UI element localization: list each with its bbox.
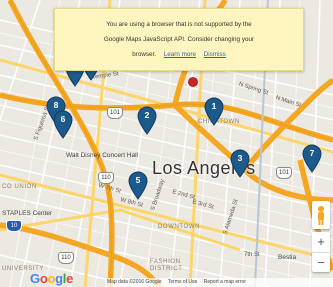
map-marker-label: 3 [237,153,243,163]
map-marker[interactable]: 1 [203,97,225,126]
terms-of-use-link[interactable]: Terms of Use [168,279,197,285]
map-marker-label: 1 [211,101,217,111]
report-map-error-link[interactable]: Report a map error [204,279,246,285]
street-label-7th: 7th St [244,252,260,258]
street-view-pegman[interactable] [312,201,330,229]
poi-label-disney: Walt Disney Concert Hall [66,152,139,159]
logo-letter: o [47,271,56,286]
map-viewport[interactable]: Los Angeles CHINATOWN DOWNTOWN FASHION D… [0,0,333,287]
district-label-co-union: CO UNION [2,184,37,190]
poi-label-bestia: Bestia [278,254,297,261]
notice-line-3: browser. Learn more Dismiss [55,47,303,62]
map-data-credit: Map data ©2016 Google [107,279,162,285]
pegman-icon [318,206,324,225]
district-label-fashion-2: DISTRICT [150,266,183,272]
notice-line-3-text: browser. [132,51,157,58]
notice-line-1: You are using a browser that is not supp… [106,21,252,28]
zoom-in-button[interactable]: + [312,232,330,252]
map-marker[interactable]: 7 [301,144,323,173]
map-marker[interactable]: 5 [127,171,149,200]
map-marker-label: 5 [135,175,141,185]
map-marker-label: 6 [60,114,66,124]
map-attribution: Map data ©2016 Google Terms of Use Repor… [105,278,333,287]
learn-more-link[interactable]: Learn more [164,51,196,58]
interstate-shield-10: 10 [6,220,22,232]
district-label-fashion-1: FASHION [150,259,181,265]
zoom-out-button[interactable]: − [312,252,330,273]
red-dot-marker [188,77,198,87]
map-marker-label: 2 [144,110,150,120]
map-marker[interactable]: 6 [52,110,74,139]
unsupported-browser-notice: You are using a browser that is not supp… [54,8,304,71]
dismiss-link[interactable]: Dismiss [204,51,226,58]
highway-shield-101: 101 [276,167,292,179]
logo-letter: G [30,271,40,286]
highway-shield-110: 110 [58,252,74,264]
notice-line-2: Google Maps JavaScript API. Consider cha… [103,36,255,43]
map-marker[interactable]: 2 [136,106,158,135]
district-label-downtown: DOWNTOWN [158,224,201,230]
google-logo[interactable]: Google [30,271,73,286]
zoom-control: + − [312,232,330,272]
map-marker-label: 8 [53,100,59,110]
map-marker[interactable]: 3 [229,149,251,178]
highway-shield-101: 101 [107,107,123,119]
logo-letter: g [55,271,63,286]
highway-shield-110: 110 [98,172,114,184]
poi-label-staples: STAPLES Center [2,210,53,217]
map-marker-label: 7 [309,148,315,158]
logo-letter: e [66,271,74,286]
